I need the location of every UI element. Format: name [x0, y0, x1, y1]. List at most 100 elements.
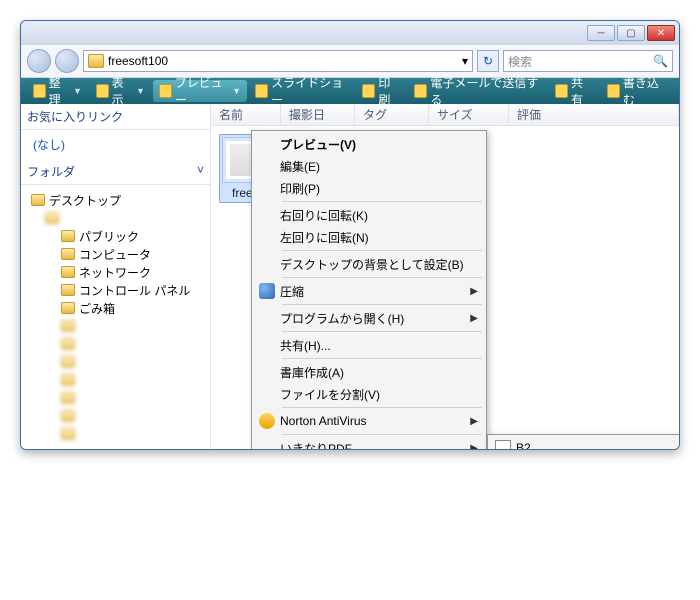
file-view: 名前 撮影日 タグ サイズ 評価 freesoft プレビュー(V)編集(E)印…	[211, 104, 679, 449]
menu-separator	[282, 434, 482, 435]
menu-separator	[282, 304, 482, 305]
tree-node[interactable]	[27, 353, 204, 371]
app-icon	[259, 283, 275, 299]
folder-icon	[61, 320, 75, 332]
tree-node[interactable]	[27, 389, 204, 407]
folder-icon	[88, 54, 104, 68]
toolbar-icon	[414, 84, 427, 98]
menu-item[interactable]: プレビュー(V)	[254, 133, 484, 155]
sendto-submenu: ↖ B2圧縮 (zip 形式) フォルダH：秀丸Skypeアタッシェケースドキュ…	[487, 434, 680, 450]
dropdown-icon: ▼	[73, 86, 82, 96]
tree-node[interactable]	[27, 317, 204, 335]
menu-label: プレビュー(V)	[280, 136, 466, 153]
menu-label: 右回りに回転(K)	[280, 207, 466, 224]
tree-node[interactable]: パブリック	[27, 227, 204, 245]
close-button[interactable]: ✕	[647, 25, 675, 41]
tree-node[interactable]: コンピュータ	[27, 245, 204, 263]
menu-separator	[282, 277, 482, 278]
menu-item[interactable]: いきなりPDF▶	[254, 437, 484, 450]
address-bar[interactable]: freesoft100 ▾	[83, 50, 473, 72]
toolbar-共有[interactable]: 共有	[549, 80, 599, 102]
search-box[interactable]: 検索 🔍	[503, 50, 673, 72]
col-date[interactable]: 撮影日	[281, 104, 355, 125]
folder-icon	[61, 374, 75, 386]
folders-title[interactable]: フォルダ ˅	[21, 159, 210, 185]
column-header: 名前 撮影日 タグ サイズ 評価	[211, 104, 679, 126]
norton-icon	[259, 413, 275, 429]
command-toolbar: 整理▼表示▼プレビュー▼スライドショー印刷電子メールで送信する共有書き込む	[21, 78, 679, 104]
menu-separator	[282, 331, 482, 332]
menu-separator	[282, 407, 482, 408]
toolbar-icon	[607, 84, 620, 98]
context-menu: プレビュー(V) 編集(E) 印刷(P) 右回りに回転(K) 左回りに回転(N) デスクト…	[251, 130, 487, 450]
folder-icon	[61, 410, 75, 422]
search-icon: 🔍	[653, 54, 668, 68]
toolbar-表示[interactable]: 表示▼	[90, 80, 151, 102]
menu-item[interactable]: Norton AntiVirus ▶	[254, 410, 484, 432]
sendto-label: B2	[516, 441, 670, 450]
col-rating[interactable]: 評価	[509, 104, 679, 125]
toolbar-整理[interactable]: 整理▼	[27, 80, 88, 102]
tree-node[interactable]: ネットワーク	[27, 263, 204, 281]
refresh-button[interactable]: ↻	[477, 50, 499, 72]
menu-item[interactable]: 共有(H)...	[254, 334, 484, 356]
white-icon	[495, 440, 511, 450]
menu-label: 書庫作成(A)	[280, 364, 466, 381]
toolbar-プレビュー[interactable]: プレビュー▼	[153, 80, 247, 102]
col-name[interactable]: 名前	[211, 104, 281, 125]
menu-item[interactable]: 編集(E)	[254, 155, 484, 177]
menu-label: 共有(H)...	[280, 337, 466, 354]
desktop-icon	[31, 194, 45, 206]
minimize-button[interactable]: ─	[587, 25, 615, 41]
tree-label: デスクトップ	[49, 192, 121, 209]
tree-label: ごみ箱	[79, 300, 115, 317]
tree-node[interactable]	[27, 209, 204, 227]
menu-item[interactable]: 左回りに回転(N)	[254, 226, 484, 248]
tree-node[interactable]: デスクトップ	[27, 191, 204, 209]
menu-item[interactable]: 書庫作成(A)	[254, 361, 484, 383]
sendto-item[interactable]: B2	[490, 437, 680, 450]
menu-item[interactable]: ファイルを分割(V)	[254, 383, 484, 405]
maximize-button[interactable]: ▢	[617, 25, 645, 41]
menu-item[interactable]: 右回りに回転(K)	[254, 204, 484, 226]
fav-link-none[interactable]: (なし)	[21, 130, 210, 159]
tree-node[interactable]	[27, 407, 204, 425]
titlebar: ─ ▢ ✕	[21, 21, 679, 45]
toolbar-電子メールで送信する[interactable]: 電子メールで送信する	[408, 80, 547, 102]
computer-icon	[61, 248, 75, 260]
tree-label: コントロール パネル	[79, 282, 190, 299]
menu-item[interactable]: プログラムから開く(H)▶	[254, 307, 484, 329]
collapse-icon: ˅	[197, 163, 204, 180]
menu-item[interactable]: 圧縮▶	[254, 280, 484, 302]
tree-node[interactable]	[27, 335, 204, 353]
menu-separator	[282, 250, 482, 251]
tree-node[interactable]: コントロール パネル	[27, 281, 204, 299]
tree-node[interactable]	[27, 425, 204, 443]
user-icon	[45, 212, 59, 224]
toolbar-印刷[interactable]: 印刷	[356, 80, 406, 102]
toolbar-icon	[555, 84, 568, 98]
tree-node[interactable]	[27, 371, 204, 389]
menu-label: 印刷(P)	[280, 180, 466, 197]
menu-item[interactable]: デスクトップの背景として設定(B)	[254, 253, 484, 275]
back-button[interactable]	[27, 49, 51, 73]
tree-node[interactable]: ごみ箱	[27, 299, 204, 317]
tree-label: パブリック	[79, 228, 139, 245]
menu-label: いきなりPDF	[280, 440, 466, 451]
menu-label: Norton AntiVirus	[280, 414, 466, 428]
forward-button[interactable]	[55, 49, 79, 73]
explorer-window: ─ ▢ ✕ freesoft100 ▾ ↻ 検索 🔍 整理▼表示▼プレビュー▼ス…	[20, 20, 680, 450]
address-dropdown-icon[interactable]: ▾	[462, 54, 468, 68]
network-icon	[61, 266, 75, 278]
col-tag[interactable]: タグ	[355, 104, 429, 125]
folder-icon	[61, 356, 75, 368]
toolbar-スライドショー[interactable]: スライドショー	[249, 80, 354, 102]
submenu-arrow-icon: ▶	[470, 416, 478, 427]
menu-label: 圧縮	[280, 283, 466, 300]
dropdown-icon: ▼	[136, 86, 145, 96]
menu-item[interactable]: 印刷(P)	[254, 177, 484, 199]
folder-icon	[61, 338, 75, 350]
col-size[interactable]: サイズ	[429, 104, 509, 125]
toolbar-書き込む[interactable]: 書き込む	[601, 80, 673, 102]
menu-label: 左回りに回転(N)	[280, 229, 466, 246]
